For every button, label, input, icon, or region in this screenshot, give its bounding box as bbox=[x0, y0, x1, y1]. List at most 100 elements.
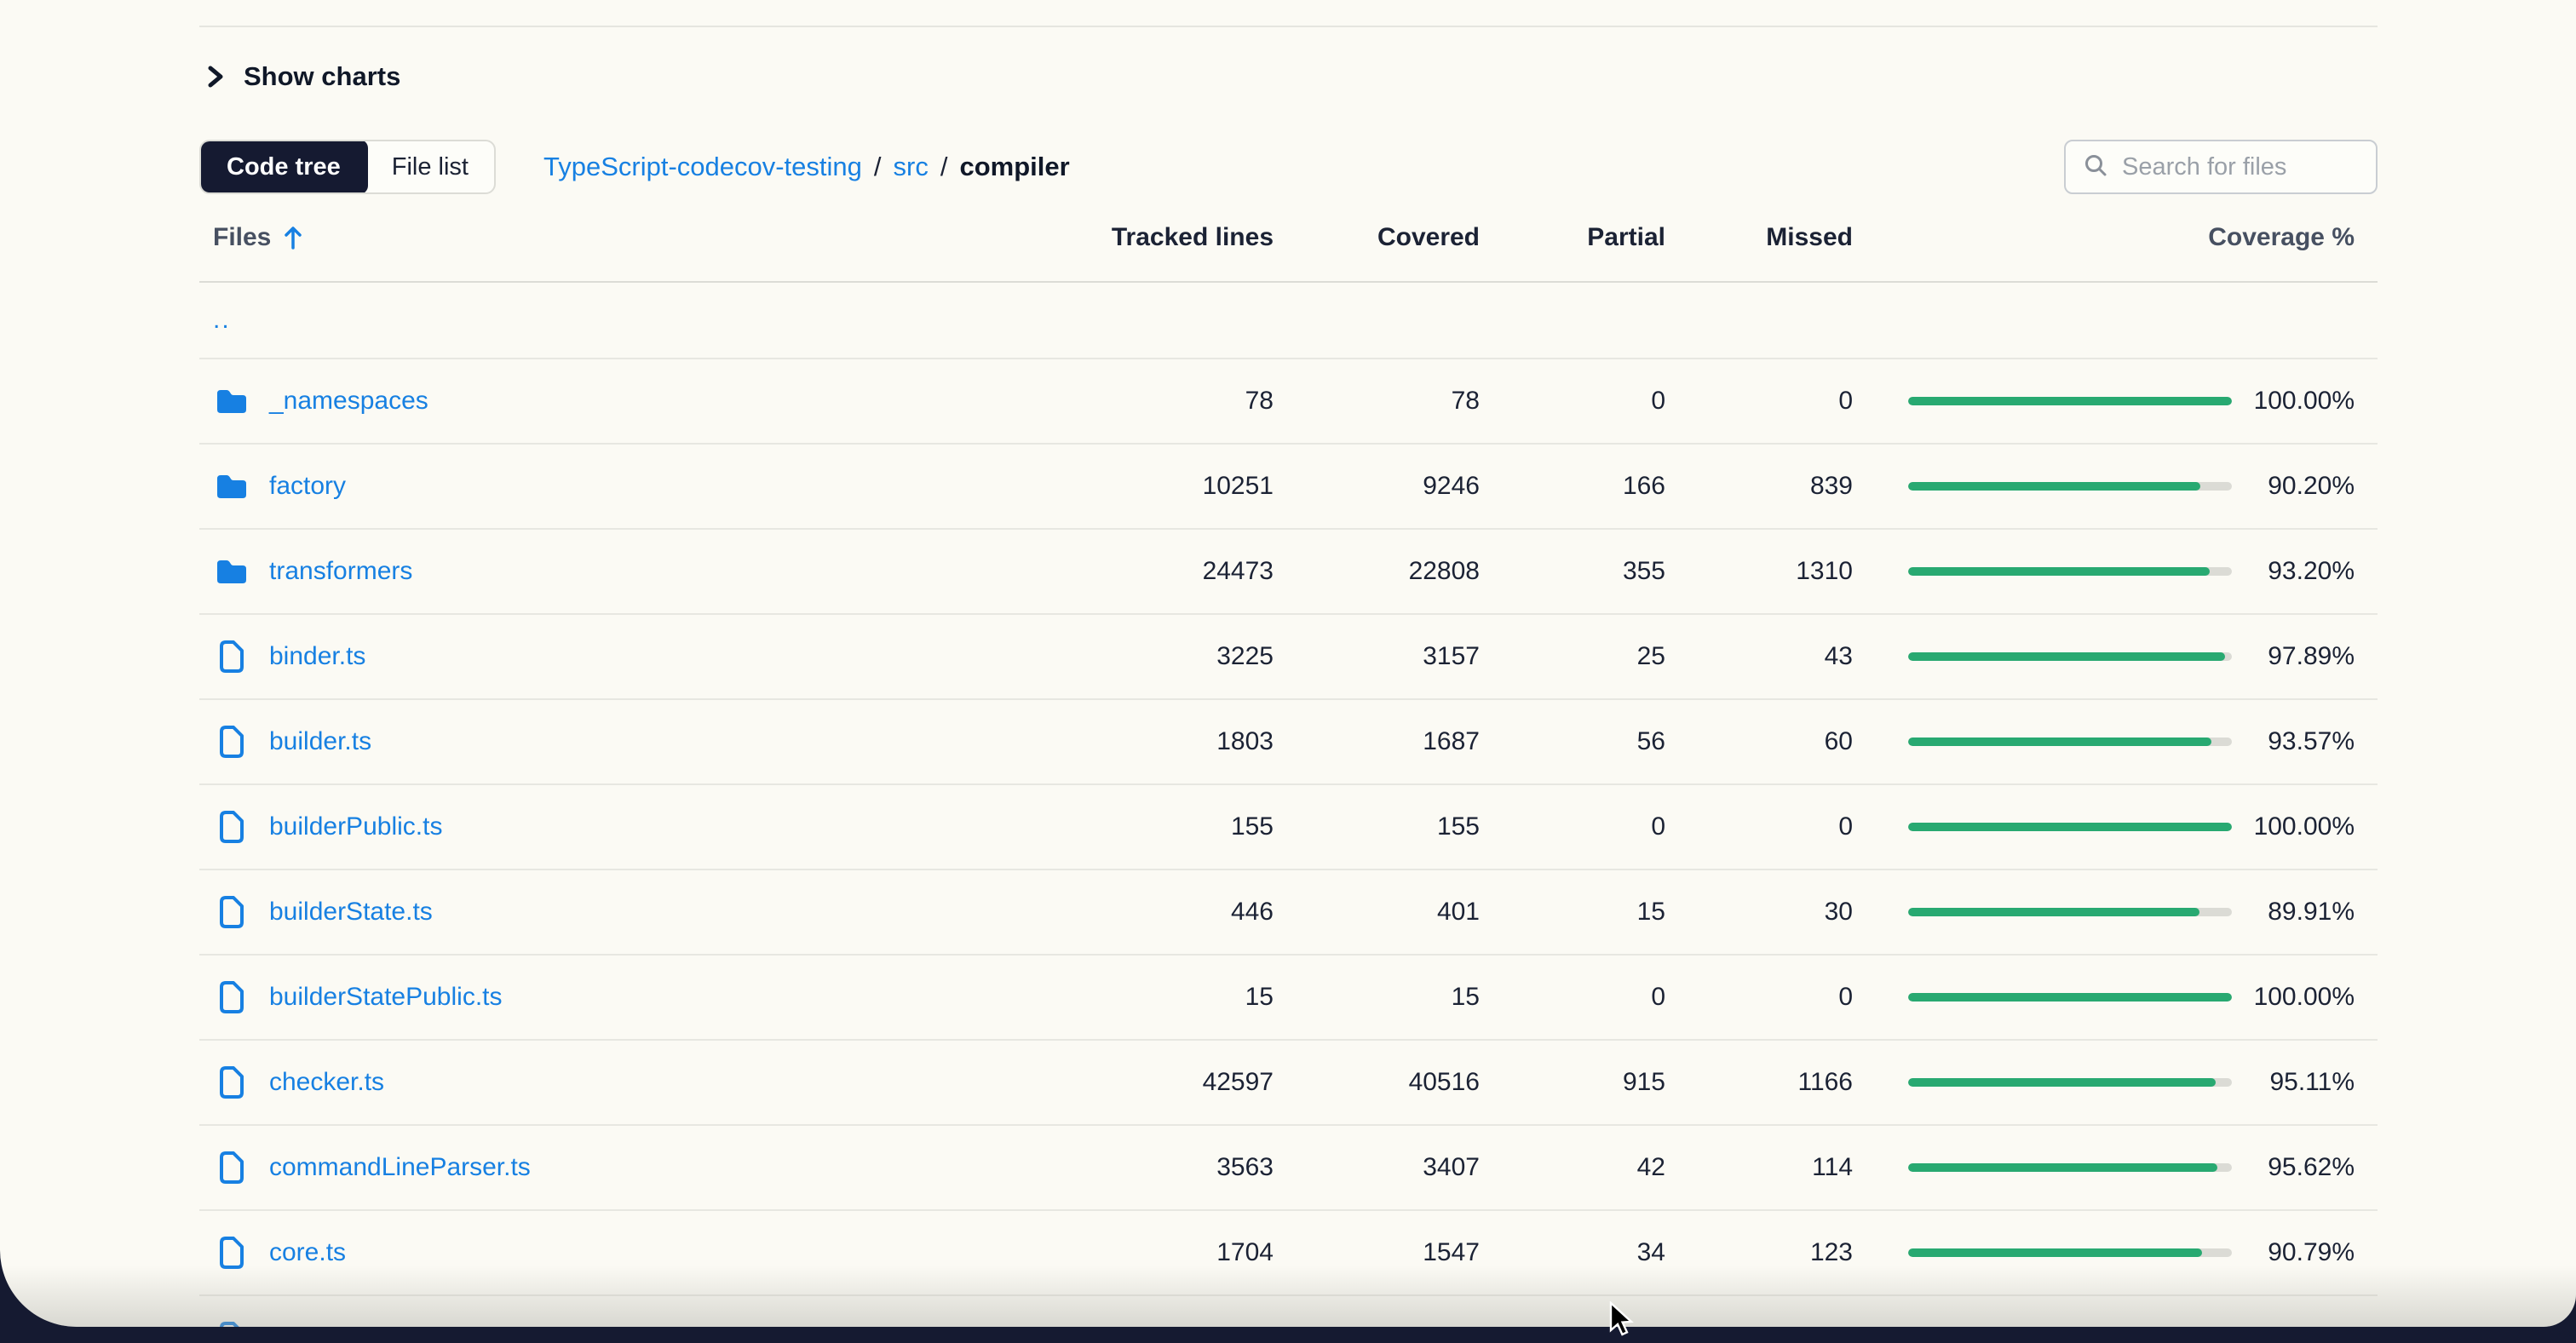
parent-directory-link[interactable]: .. bbox=[213, 306, 231, 335]
missed-value: 60 bbox=[1665, 727, 1853, 756]
coverage-bar-fill bbox=[1908, 1248, 2202, 1257]
header-coverage[interactable]: Coverage % bbox=[1853, 223, 2355, 252]
covered-value: 1547 bbox=[1274, 1238, 1480, 1267]
partial-value: 56 bbox=[1480, 727, 1665, 756]
file-icon bbox=[213, 895, 250, 929]
file-link[interactable]: corePublic.ts bbox=[269, 1323, 416, 1327]
file-link[interactable]: _namespaces bbox=[269, 387, 428, 416]
coverage-percent: 100.00% bbox=[2232, 1323, 2355, 1327]
tracked-lines-value: 42597 bbox=[1018, 1068, 1274, 1097]
coverage-percent: 95.11% bbox=[2232, 1068, 2355, 1097]
top-divider bbox=[199, 26, 2378, 27]
header-covered[interactable]: Covered bbox=[1274, 223, 1480, 252]
header-missed[interactable]: Missed bbox=[1665, 223, 1853, 252]
folder-icon bbox=[213, 557, 250, 586]
coverage-bar bbox=[1853, 908, 2232, 916]
file-icon bbox=[213, 1065, 250, 1099]
show-charts-label: Show charts bbox=[244, 61, 400, 92]
header-partial[interactable]: Partial bbox=[1480, 223, 1665, 252]
file-link[interactable]: binder.ts bbox=[269, 642, 365, 671]
missed-value: 1310 bbox=[1665, 557, 1853, 586]
coverage-percent: 100.00% bbox=[2232, 983, 2355, 1012]
table-row: commandLineParser.ts 3563 3407 42 114 95… bbox=[199, 1126, 2378, 1211]
table-header-row: Files Tracked lines Covered Partial Miss… bbox=[199, 194, 2378, 283]
table-row: builderState.ts 446 401 15 30 89.91% bbox=[199, 870, 2378, 956]
tab-code-tree[interactable]: Code tree bbox=[199, 140, 368, 194]
tab-file-list[interactable]: File list bbox=[366, 141, 494, 192]
missed-value: 30 bbox=[1665, 898, 1853, 927]
missed-value: 43 bbox=[1665, 642, 1853, 671]
coverage-bar-fill bbox=[1908, 1078, 2216, 1087]
coverage-percent: 95.62% bbox=[2232, 1153, 2355, 1182]
file-link[interactable]: commandLineParser.ts bbox=[269, 1153, 531, 1182]
covered-value: 155 bbox=[1274, 812, 1480, 841]
tracked-lines-value: 446 bbox=[1018, 898, 1274, 927]
search-input[interactable] bbox=[2122, 153, 2359, 181]
coverage-percent: 100.00% bbox=[2232, 812, 2355, 841]
search-icon bbox=[2083, 152, 2108, 182]
table-row: builder.ts 1803 1687 56 60 93.57% bbox=[199, 700, 2378, 785]
file-link[interactable]: builder.ts bbox=[269, 727, 371, 756]
file-link[interactable]: checker.ts bbox=[269, 1068, 384, 1097]
missed-value: 123 bbox=[1665, 1238, 1853, 1267]
file-link[interactable]: builderState.ts bbox=[269, 898, 433, 927]
coverage-bar bbox=[1853, 397, 2232, 405]
sort-ascending-icon bbox=[283, 224, 303, 251]
file-link[interactable]: transformers bbox=[269, 557, 412, 586]
coverage-bar-fill bbox=[1908, 482, 2200, 491]
search-box[interactable] bbox=[2064, 140, 2378, 194]
tracked-lines-value: 78 bbox=[1018, 387, 1274, 416]
file-icon bbox=[213, 1321, 250, 1327]
coverage-bar-fill bbox=[1908, 738, 2211, 746]
coverage-bar-fill bbox=[1908, 993, 2232, 1002]
table-row: binder.ts 3225 3157 25 43 97.89% bbox=[199, 615, 2378, 700]
covered-value: 401 bbox=[1274, 898, 1480, 927]
tracked-lines-value: 3563 bbox=[1018, 1153, 1274, 1182]
covered-value: 78 bbox=[1274, 387, 1480, 416]
coverage-bar bbox=[1853, 1163, 2232, 1172]
tracked-lines-value: 27 bbox=[1018, 1323, 1274, 1327]
file-link[interactable]: builderPublic.ts bbox=[269, 812, 442, 841]
coverage-bar-fill bbox=[1908, 908, 2199, 916]
file-icon bbox=[213, 1236, 250, 1270]
coverage-bar bbox=[1853, 652, 2232, 661]
file-icon bbox=[213, 980, 250, 1014]
coverage-bar bbox=[1853, 1078, 2232, 1087]
coverage-bar-fill bbox=[1908, 652, 2225, 661]
covered-value: 22808 bbox=[1274, 557, 1480, 586]
coverage-percent: 90.79% bbox=[2232, 1238, 2355, 1267]
view-toggle: Code tree File list bbox=[199, 140, 496, 194]
folder-icon bbox=[213, 472, 250, 501]
tracked-lines-value: 1803 bbox=[1018, 727, 1274, 756]
table-row: builderStatePublic.ts 15 15 0 0 100.00% bbox=[199, 956, 2378, 1041]
breadcrumb-separator: / bbox=[874, 152, 882, 182]
file-icon bbox=[213, 640, 250, 674]
file-link[interactable]: factory bbox=[269, 472, 346, 501]
table-row: transformers 24473 22808 355 1310 93.20% bbox=[199, 530, 2378, 615]
tracked-lines-value: 24473 bbox=[1018, 557, 1274, 586]
table-row: builderPublic.ts 155 155 0 0 100.00% bbox=[199, 785, 2378, 870]
coverage-percent: 93.20% bbox=[2232, 557, 2355, 586]
table-row: core.ts 1704 1547 34 123 90.79% bbox=[199, 1211, 2378, 1296]
coverage-bar bbox=[1853, 993, 2232, 1002]
file-link[interactable]: core.ts bbox=[269, 1238, 346, 1267]
tracked-lines-value: 15 bbox=[1018, 983, 1274, 1012]
coverage-percent: 90.20% bbox=[2232, 472, 2355, 501]
covered-value: 1687 bbox=[1274, 727, 1480, 756]
coverage-bar bbox=[1853, 482, 2232, 491]
breadcrumb-dir-link[interactable]: src bbox=[894, 152, 929, 182]
coverage-bar-fill bbox=[1908, 397, 2232, 405]
file-icon bbox=[213, 725, 250, 759]
file-icon bbox=[213, 810, 250, 844]
header-tracked-lines[interactable]: Tracked lines bbox=[1018, 223, 1274, 252]
tracked-lines-value: 10251 bbox=[1018, 472, 1274, 501]
file-link[interactable]: builderStatePublic.ts bbox=[269, 983, 503, 1012]
coverage-bar-fill bbox=[1908, 1163, 2217, 1172]
breadcrumb-repo-link[interactable]: TypeScript-codecov-testing bbox=[543, 152, 862, 182]
header-files[interactable]: Files bbox=[199, 223, 1018, 252]
tracked-lines-value: 3225 bbox=[1018, 642, 1274, 671]
tracked-lines-value: 1704 bbox=[1018, 1238, 1274, 1267]
show-charts-toggle[interactable]: Show charts bbox=[204, 61, 400, 92]
toolbar: Code tree File list TypeScript-codecov-t… bbox=[199, 140, 2378, 194]
chevron-right-icon bbox=[204, 64, 227, 89]
